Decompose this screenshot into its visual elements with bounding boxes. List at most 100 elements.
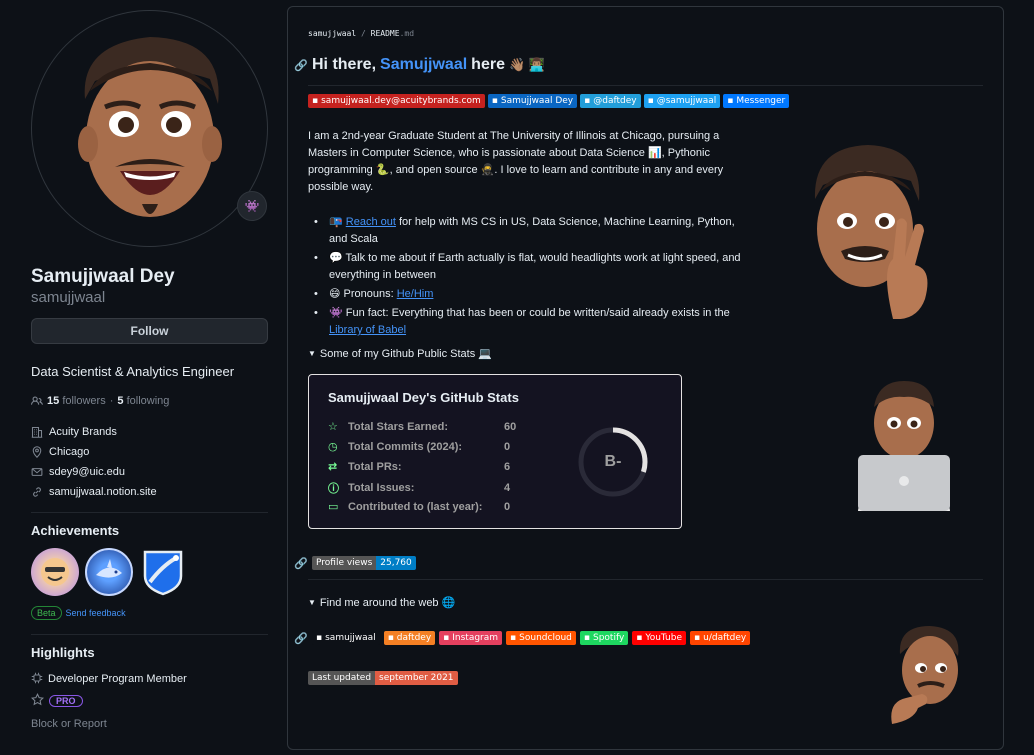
last-updated-value: september 2021 (375, 671, 458, 685)
website-link[interactable]: samujjwaal.notion.site (49, 486, 157, 498)
highlights-list: Developer Program Member PRO (30, 668, 268, 712)
gmail-icon: ▪ (312, 96, 319, 106)
stat-row: ☆ Total Stars Earned: 60 (328, 420, 516, 434)
achievement-badge-pull-shark[interactable] (85, 548, 133, 596)
breadcrumb-file: README (370, 29, 400, 38)
memoji-laptop-illustration (858, 381, 950, 511)
send-feedback-link[interactable]: Send feedback (66, 608, 126, 618)
anchor-link-icon[interactable]: 🔗 (294, 59, 308, 72)
contact-badges: ▪ samujjwaal.dey@acuitybrands.com ▪ Samujjw… (308, 94, 790, 108)
contact-badge[interactable]: ▪ @daftdey (580, 94, 641, 108)
stat-label: Contributed to (last year): (348, 500, 483, 513)
social-badge-label: YouTube (645, 633, 683, 643)
intro-paragraph: I am a 2nd-year Graduate Student at The … (308, 130, 724, 193)
stat-label: Total Commits (2024): (348, 440, 463, 453)
pro-item: PRO (30, 690, 268, 712)
heading-rule (308, 85, 983, 86)
cpu-icon (31, 672, 43, 687)
following-link[interactable]: 5 following (117, 395, 169, 407)
contact-badge-label: @samujjwaal (656, 96, 717, 106)
twitter-icon: ▪ (647, 96, 654, 106)
about-bullets: 📭 Reach out for help with MS CS in US, D… (308, 214, 748, 341)
profile-views-count: 25,760 (376, 556, 416, 570)
profile-views-row: 🔗 Profile views 25,760 (294, 556, 416, 570)
social-badge[interactable]: ▪ YouTube (632, 631, 687, 645)
profile-name: Samujjwaal Dey (31, 266, 175, 287)
stat-value: 0 (504, 500, 511, 513)
spotify-icon: ▪ (583, 633, 590, 643)
social-badge-label: u/daftdey (703, 633, 747, 643)
achievements-title[interactable]: Achievements (31, 523, 268, 538)
readme-heading: 🔗 Hi there, Samujjwaal here 👋🏽 👨🏽‍💻 (294, 56, 545, 74)
people-icon (31, 396, 43, 405)
mail-icon (31, 466, 43, 478)
linkedin-icon: ▪ (491, 96, 498, 106)
email-item: sdey9@uic.edu (31, 462, 268, 482)
last-updated-badge: Last updated september 2021 (308, 669, 458, 685)
social-badge[interactable]: ▪ Spotify (579, 631, 629, 645)
email-link[interactable]: sdey9@uic.edu (49, 466, 125, 478)
breadcrumb-user-link[interactable]: samujjwaal (308, 29, 356, 38)
stats-details-toggle[interactable]: ▼ Some of my Github Public Stats 💻 (308, 347, 492, 360)
stat-row: ⓘ Total Issues: 4 (328, 480, 510, 496)
stat-label: Total PRs: (348, 460, 402, 473)
profile-details: Acuity Brands Chicago sdey9@uic.edu samu… (31, 422, 268, 502)
profile-views-label: Profile views (312, 556, 377, 570)
mailbox-emoji-icon: 📭 (329, 216, 343, 228)
beta-feedback-row: Beta Send feedback (31, 606, 268, 620)
messenger-icon: ▪ (727, 96, 734, 106)
achievement-badge-quickdraw[interactable] (31, 548, 79, 596)
reddit-icon: ▪ (694, 633, 701, 643)
youtube-icon: ▪ (636, 633, 643, 643)
stat-label: Total Issues: (348, 482, 415, 494)
star-icon: ☆ (328, 421, 338, 433)
status-emoji-button[interactable]: 👾 (237, 191, 267, 221)
list-item: 📭 Reach out for help with MS CS in US, D… (308, 214, 748, 248)
contact-badge[interactable]: ▪ samujjwaal.dey@acuitybrands.com (308, 94, 485, 108)
list-item: 👾 Fun fact: Everything that has been or … (308, 305, 748, 339)
sidebar-divider (31, 512, 268, 513)
social-badge-label: daftdey (396, 633, 432, 643)
stat-label: Total Stars Earned: (348, 420, 449, 433)
anchor-link-icon[interactable]: 🔗 (294, 557, 308, 570)
social-badge[interactable]: ▪ daftdey (383, 631, 436, 645)
developer-program-label: Developer Program Member (48, 673, 187, 685)
github-stats-card: Samujjwaal Dey's GitHub Stats ☆ Total Sta… (308, 374, 682, 529)
contact-badge-label: @daftdey (593, 96, 637, 106)
follow-button[interactable]: Follow (31, 318, 268, 344)
breadcrumb-separator: / (361, 29, 366, 38)
contact-badge[interactable]: ▪ @samujjwaal (643, 94, 721, 108)
stat-value: 0 (504, 440, 511, 453)
triangle-down-icon: ▼ (308, 349, 316, 358)
avatar[interactable] (31, 10, 268, 247)
social-badge[interactable]: ▪ samujjwaal (312, 631, 380, 645)
shield-badge-icon (143, 550, 183, 596)
heading-name: Samujjwaal (380, 56, 468, 73)
bar-chart-emoji-icon: 📊 (647, 147, 662, 159)
wave-technologist-emoji: 👋🏽 👨🏽‍💻 (508, 57, 545, 72)
last-updated-label: Last updated (308, 671, 376, 685)
pronouns-link[interactable]: He/Him (397, 288, 434, 300)
achievement-badge-arctic[interactable] (139, 548, 187, 596)
memoji-peace-sign-illustration (814, 145, 928, 319)
reach-out-link[interactable]: Reach out (346, 216, 396, 228)
social-badge[interactable]: ▪ u/daftdey (690, 631, 751, 645)
developer-program-item[interactable]: Developer Program Member (31, 668, 268, 690)
library-of-babel-link[interactable]: Library of Babel (329, 324, 406, 336)
social-badge[interactable]: ▪ Instagram (439, 631, 503, 645)
social-badge-label: Soundcloud (519, 633, 572, 643)
social-badges-row: 🔗 ▪ samujjwaal ▪ daftdey ▪ Instagram ▪ Soundclo… (294, 631, 751, 645)
soundcloud-icon: ▪ (510, 633, 517, 643)
contact-badge[interactable]: ▪ Samujjwaal Dey (487, 94, 578, 108)
block-report-link[interactable]: Block or Report (31, 718, 268, 730)
sidebar-divider (31, 634, 268, 635)
find-me-details-toggle[interactable]: ▼ Find me around the web 🌐 (308, 596, 455, 609)
triangle-down-icon: ▼ (308, 598, 316, 607)
followers-link[interactable]: 15 followers (47, 395, 106, 407)
stat-row: ⇄ Total PRs: 6 (328, 460, 510, 474)
stat-value: 4 (504, 482, 511, 494)
contact-badge[interactable]: ▪ Messenger (723, 94, 790, 108)
heading-greeting: Hi there, (312, 56, 377, 73)
social-badge[interactable]: ▪ Soundcloud (506, 631, 576, 645)
anchor-link-icon[interactable]: 🔗 (294, 632, 308, 645)
